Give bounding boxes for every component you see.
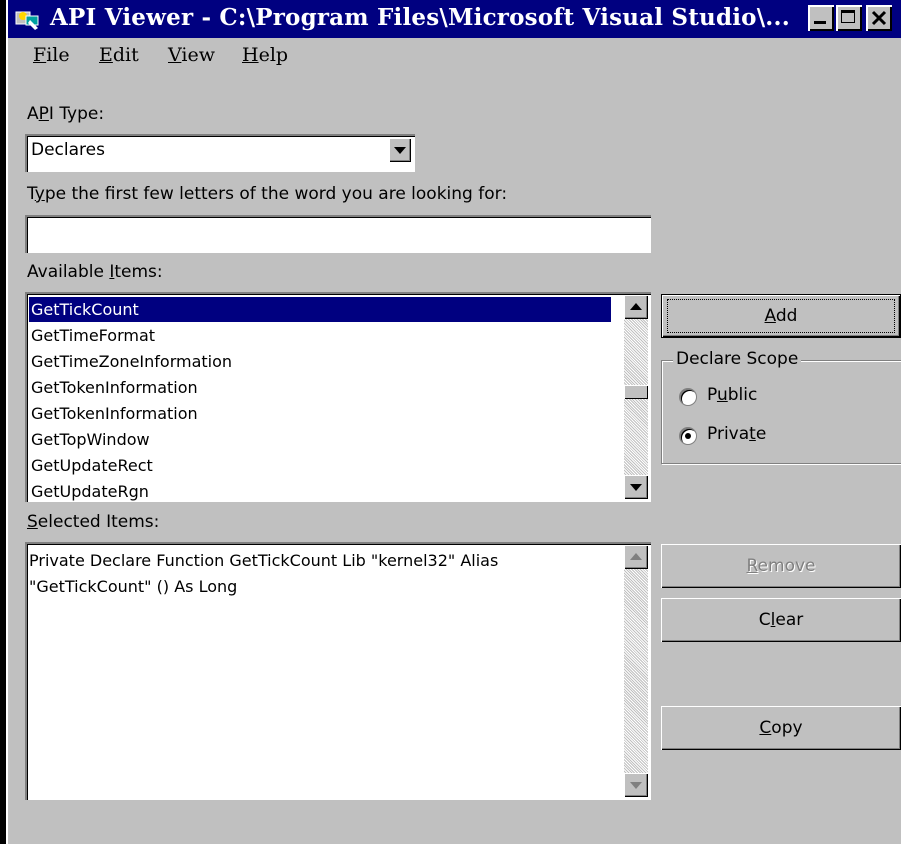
api-viewer-window: API Viewer - C:\Program Files\Microsoft … bbox=[0, 0, 901, 844]
window-edge-highlight bbox=[6, 0, 8, 844]
radio-selected-dot bbox=[685, 433, 691, 439]
list-item[interactable]: GetTimeZoneInformation bbox=[29, 349, 232, 374]
menu-help[interactable]: Help bbox=[242, 44, 288, 66]
available-items-label: Available Items: bbox=[27, 262, 163, 282]
api-type-label: API Type: bbox=[27, 104, 105, 124]
minimize-icon bbox=[814, 21, 826, 24]
copy-button[interactable]: Copy bbox=[661, 706, 901, 750]
window-title: API Viewer - C:\Program Files\Microsoft … bbox=[50, 4, 790, 31]
copy-button-label: Copy bbox=[759, 718, 803, 738]
scroll-up-icon[interactable] bbox=[624, 545, 648, 569]
menu-bar: File Edit View Help bbox=[8, 38, 901, 74]
selected-items-scrollbar[interactable] bbox=[624, 545, 648, 797]
add-button[interactable]: Add bbox=[661, 294, 901, 338]
search-label: Type the first few letters of the word y… bbox=[27, 184, 508, 204]
api-viewer-app-icon bbox=[15, 11, 39, 30]
close-icon bbox=[871, 10, 887, 26]
menu-file[interactable]: File bbox=[33, 44, 70, 66]
close-button[interactable] bbox=[866, 5, 892, 31]
list-item[interactable]: GetTopWindow bbox=[29, 427, 150, 452]
search-input[interactable] bbox=[25, 215, 651, 253]
private-radio-label[interactable]: Private bbox=[707, 424, 766, 444]
add-button-label: Add bbox=[764, 306, 798, 326]
api-type-combobox[interactable]: Declares bbox=[25, 134, 415, 172]
public-radio[interactable] bbox=[679, 388, 697, 406]
selected-items-textbox[interactable]: Private Declare Function GetTickCount Li… bbox=[25, 542, 651, 800]
public-radio-label[interactable]: Public bbox=[707, 385, 757, 405]
api-type-selected-value: Declares bbox=[31, 140, 105, 160]
selected-text-line: "GetTickCount" () As Long bbox=[29, 577, 238, 596]
list-item[interactable]: GetTokenInformation bbox=[29, 375, 198, 400]
maximize-icon bbox=[841, 10, 855, 23]
declare-scope-title: Declare Scope bbox=[673, 349, 802, 369]
scroll-up-icon[interactable] bbox=[624, 295, 648, 319]
scroll-thumb[interactable] bbox=[624, 385, 648, 399]
list-item[interactable]: GetTimeFormat bbox=[29, 323, 155, 348]
scroll-down-icon[interactable] bbox=[624, 773, 648, 797]
remove-button[interactable]: Remove bbox=[661, 544, 901, 588]
menu-edit[interactable]: Edit bbox=[99, 44, 139, 66]
list-item[interactable]: GetTickCount bbox=[29, 297, 611, 322]
list-item[interactable]: GetTokenInformation bbox=[29, 401, 198, 426]
selected-items-label: Selected Items: bbox=[27, 512, 160, 532]
available-items-list[interactable]: GetTickCount GetTimeFormat GetTimeZoneIn… bbox=[25, 292, 651, 502]
maximize-button[interactable] bbox=[836, 5, 862, 31]
chevron-down-icon[interactable] bbox=[389, 138, 411, 162]
declare-scope-group bbox=[661, 360, 901, 464]
list-item[interactable]: GetUpdateRect bbox=[29, 453, 153, 478]
scroll-down-icon[interactable] bbox=[624, 475, 648, 499]
minimize-button[interactable] bbox=[808, 5, 834, 31]
selected-text-line: Private Declare Function GetTickCount Li… bbox=[29, 551, 499, 570]
private-radio[interactable] bbox=[679, 427, 697, 445]
remove-button-label: Remove bbox=[746, 556, 816, 576]
menu-view[interactable]: View bbox=[168, 44, 215, 66]
title-bar[interactable]: API Viewer - C:\Program Files\Microsoft … bbox=[8, 0, 901, 38]
selected-items-text[interactable]: Private Declare Function GetTickCount Li… bbox=[29, 548, 629, 600]
list-item[interactable]: GetUpdateRgn bbox=[29, 479, 149, 504]
clear-button[interactable]: Clear bbox=[661, 598, 901, 642]
clear-button-label: Clear bbox=[758, 610, 804, 630]
available-items-scrollbar[interactable] bbox=[624, 295, 648, 499]
